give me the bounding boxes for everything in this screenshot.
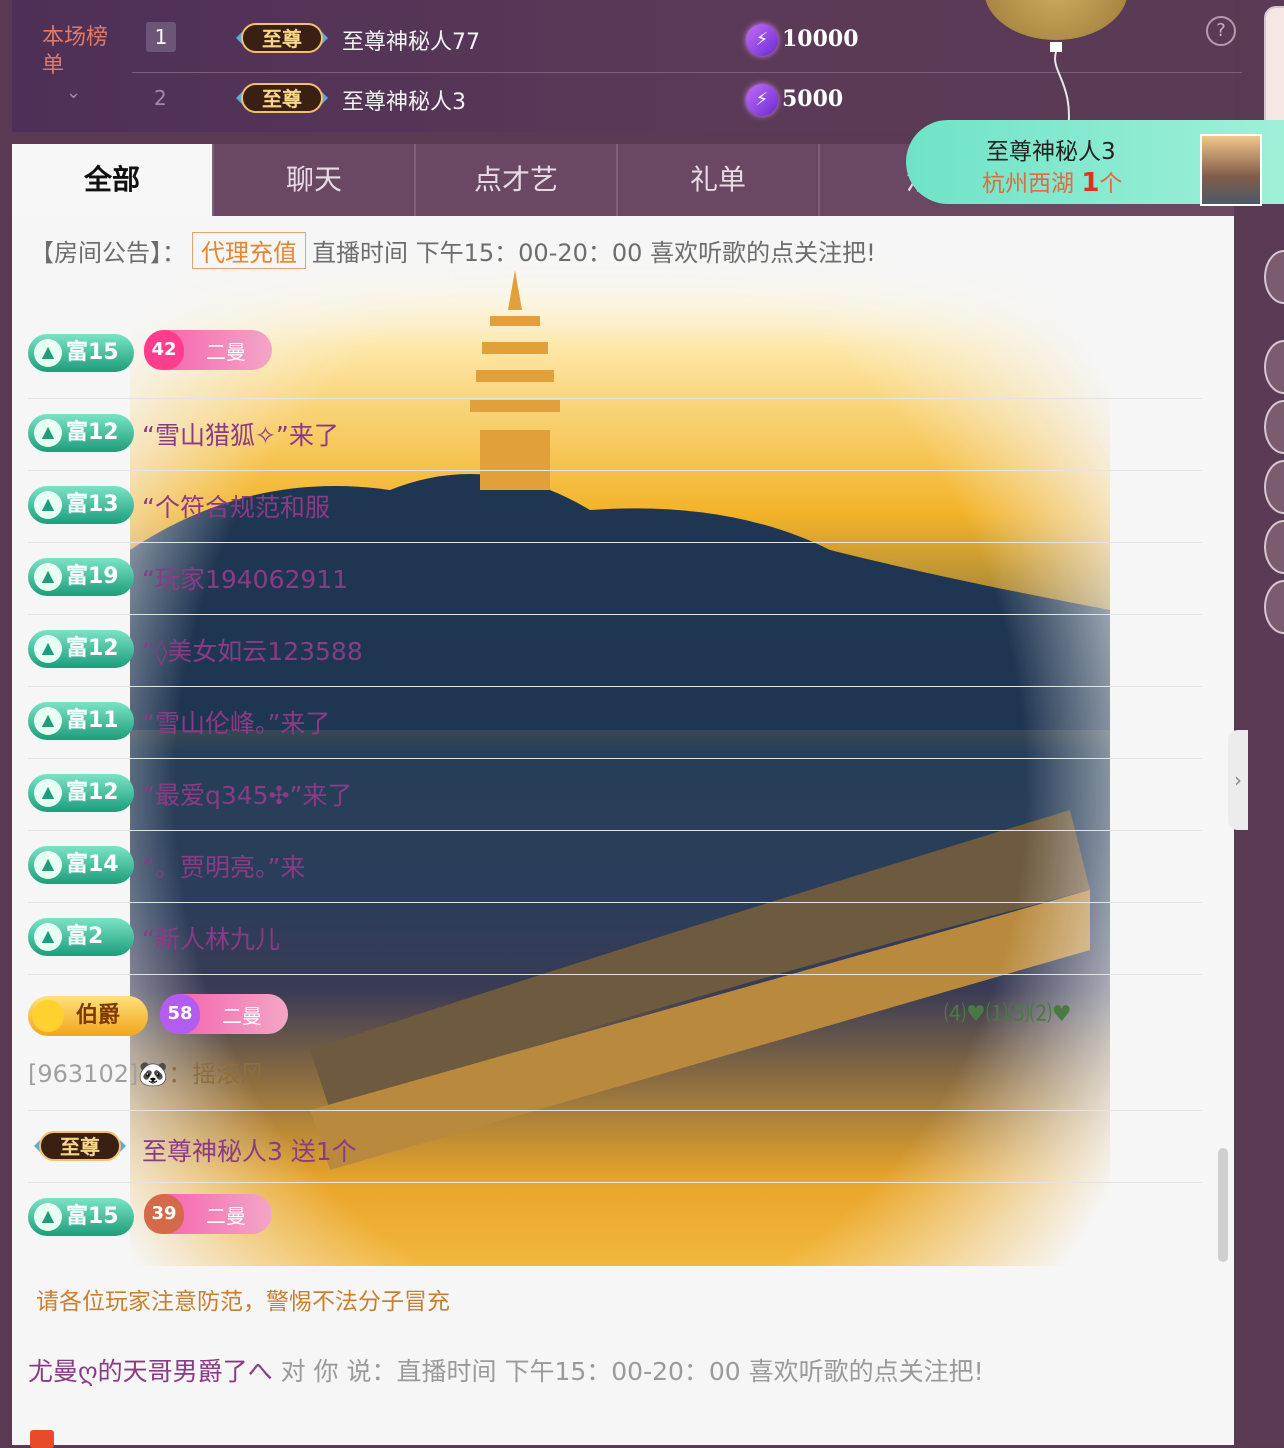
room-announcement: 【房间公告】： 代理充值 直播时间 下午15：00-20：00 喜欢听歌的点关注把! — [30, 232, 876, 269]
chat-message: “新人林九儿 — [142, 925, 280, 954]
rank-score: 5000 — [782, 86, 844, 112]
gift-thumbnail — [1200, 134, 1262, 206]
chevron-right-icon[interactable]: › — [1228, 730, 1248, 830]
chat-scrollbar[interactable] — [1218, 1148, 1228, 1262]
panda-icon: 🐼 — [138, 1060, 169, 1088]
divider — [28, 830, 1202, 831]
gift-count: 1 — [1081, 168, 1100, 198]
fan-club-name: 二曼 — [222, 1004, 262, 1028]
svg-text:至尊: 至尊 — [262, 27, 302, 51]
rank-triangle-icon: ▲ — [34, 707, 62, 735]
notification-user-name: 至尊神秘人3 — [986, 139, 1116, 165]
divider — [28, 614, 1202, 615]
supreme-badge-icon: 至尊 — [34, 1131, 126, 1161]
supreme-badge-icon: 至尊 — [236, 83, 328, 113]
lightning-icon: ⚡ — [746, 84, 778, 116]
rich-level-badge: ▲ 富14 — [28, 846, 134, 884]
chat-message: “◊美女如云123588 — [142, 637, 363, 666]
gift-line: [963102]🐼：摇滚风 — [28, 1054, 264, 1089]
announcement-tag[interactable]: 代理充值 — [192, 232, 306, 269]
whisper-text: 对 你 说：直播时间 下午15：00-20：00 喜欢听歌的点关注把! — [272, 1357, 984, 1386]
divider — [28, 902, 1202, 903]
fan-level: 58 — [160, 994, 200, 1034]
divider — [28, 398, 1202, 399]
rank-triangle-icon: ▲ — [34, 563, 62, 591]
rank-number: 2 — [154, 86, 167, 110]
rank-triangle-icon: ▲ — [34, 635, 62, 663]
gift-notification[interactable]: 至尊神秘人3 杭州西湖 1个 — [906, 120, 1284, 206]
chat-message: “。贾明亮。”来 — [142, 853, 306, 882]
tab-chat[interactable]: 聊天 — [214, 144, 416, 216]
warning-text: 请各位玩家注意防范，警惕不法分子冒充 — [36, 1289, 450, 1315]
rank-user-name[interactable]: 至尊神秘人3 — [342, 84, 466, 116]
rich-level-badge: ▲ 富15 — [28, 334, 134, 372]
chat-message: “玩家194062911 — [142, 565, 349, 594]
rank-triangle-icon: ▲ — [34, 419, 62, 447]
user-id[interactable]: [963102] — [28, 1060, 138, 1088]
fan-badge: 42 二曼 — [144, 330, 272, 370]
rank-triangle-icon: ▲ — [34, 851, 62, 879]
rank-user-name[interactable]: 至尊神秘人77 — [342, 24, 480, 56]
divider — [28, 686, 1202, 687]
tab-gifts[interactable]: 礼单 — [618, 144, 820, 216]
help-icon[interactable]: ? — [1206, 16, 1236, 46]
fan-club-name: 二曼 — [206, 340, 246, 364]
chat-message: “雪山伦峰。”来了 — [142, 709, 331, 738]
announcement-text: 直播时间 下午15：00-20：00 喜欢听歌的点关注把! — [312, 239, 876, 267]
rich-level-badge: ▲ 富12 — [28, 774, 134, 812]
rich-level-badge: ▲ 富12 — [28, 630, 134, 668]
left-background — [0, 132, 12, 1445]
lightning-icon: ⚡ — [746, 24, 778, 56]
message-icon[interactable] — [30, 1430, 54, 1448]
chat-message: “最爱q345✣”来了 — [142, 781, 353, 810]
coin-icon — [32, 1000, 64, 1032]
divider — [28, 542, 1202, 543]
divider — [28, 470, 1202, 471]
fan-level: 42 — [144, 330, 184, 370]
gift-message: 至尊神秘人3 送1个 — [142, 1137, 357, 1166]
supreme-badge-icon: 至尊 — [236, 23, 328, 53]
fan-club-name: 二曼 — [206, 1204, 246, 1228]
rich-level-badge: ▲ 富11 — [28, 702, 134, 740]
rank-board-title[interactable]: 本场榜单 — [42, 24, 112, 80]
rich-level-badge: ▲ 富19 — [28, 558, 134, 596]
gift-message: ：摇滚风 — [168, 1060, 265, 1088]
svg-text:至尊: 至尊 — [60, 1135, 100, 1159]
rank-triangle-icon: ▲ — [34, 1203, 62, 1231]
notification-gift: 杭州西湖 1个 — [982, 168, 1123, 198]
rank-triangle-icon: ▲ — [34, 491, 62, 519]
rich-level-badge: ▲ 富2 — [28, 918, 134, 956]
rank-triangle-icon: ▲ — [34, 339, 62, 367]
fan-badge: 39 二曼 — [144, 1194, 272, 1234]
rich-level-badge: ▲ 富12 — [28, 414, 134, 452]
announcement-label: 【房间公告】： — [30, 239, 186, 267]
sidebar-card[interactable] — [1264, 6, 1284, 134]
whisper-message: 尤曼ღ的天哥男爵了へ 对 你 说：直播时间 下午15：00-20：00 喜欢听歌… — [28, 1352, 984, 1388]
chat-message: “个符合规范和服 — [142, 493, 330, 522]
duke-badge: 伯爵 — [28, 996, 148, 1036]
svg-text:至尊: 至尊 — [262, 87, 302, 111]
balloon-clip — [1050, 42, 1062, 52]
divider — [28, 974, 1202, 975]
chat-message: “雪山猎狐✧”来了 — [142, 421, 339, 450]
fan-level: 39 — [144, 1194, 184, 1234]
divider — [28, 1110, 1202, 1111]
right-sidebar — [1248, 0, 1284, 1445]
rank-number: 1 — [146, 22, 176, 52]
chevron-down-icon[interactable]: ⌄ — [66, 82, 81, 103]
tab-talent[interactable]: 点才艺 — [416, 144, 618, 216]
rank-score: 10000 — [782, 26, 859, 52]
rank-triangle-icon: ▲ — [34, 923, 62, 951]
fan-badge: 58 二曼 — [160, 994, 288, 1034]
tab-all[interactable]: 全部 — [12, 144, 214, 216]
handwritten-text: ⑷♥⑴⑸⑵♥ — [944, 1002, 1072, 1027]
rank-triangle-icon: ▲ — [34, 779, 62, 807]
rich-level-badge: ▲ 富15 — [28, 1198, 134, 1236]
rich-level-badge: ▲ 富13 — [28, 486, 134, 524]
divider — [28, 758, 1202, 759]
whisper-sender[interactable]: 尤曼ღ的天哥男爵了へ — [28, 1357, 273, 1386]
divider — [28, 1182, 1202, 1183]
